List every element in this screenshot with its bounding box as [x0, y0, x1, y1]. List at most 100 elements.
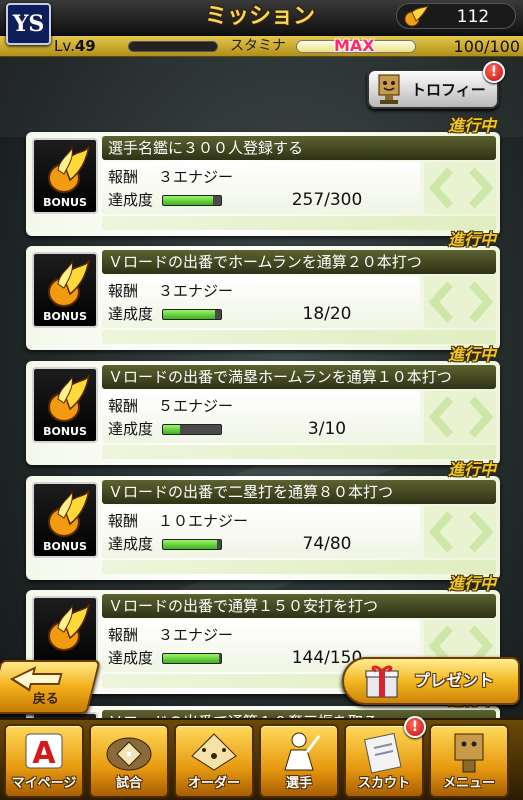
- nav-order[interactable]: オーダー: [174, 724, 254, 798]
- mission-status-badge: 進行中: [447, 574, 496, 593]
- team-logo[interactable]: YS: [6, 3, 51, 45]
- progress-count: 3/10: [307, 419, 347, 439]
- mission-title: Ｖロードの出番でホームランを通算２０本打つ: [108, 253, 422, 271]
- energy-counter: 112: [396, 3, 516, 29]
- mission-card-footer: [102, 330, 496, 344]
- player-icon: [284, 732, 321, 771]
- progress-label: 達成度: [108, 305, 154, 323]
- nav-label-order: オーダー: [187, 776, 240, 791]
- chevron-decoration-icon: [424, 506, 496, 558]
- bonus-label: BONUS: [43, 310, 87, 323]
- mission-details: 報酬 ３エナジー 達成度 257/300: [102, 162, 420, 214]
- reward-value: ５エナジー: [158, 397, 234, 415]
- progress-bar-fill: [163, 654, 219, 663]
- reward-label: 報酬: [108, 512, 139, 530]
- trophy-button[interactable]: トロフィー: [367, 69, 499, 109]
- scout-alert-badge: !: [404, 716, 426, 738]
- nav-label-game: 試合: [115, 776, 142, 791]
- chevron-decoration-icon: [424, 276, 496, 328]
- present-button[interactable]: プレゼント: [342, 657, 520, 705]
- progress-bar: [162, 195, 222, 206]
- mission-details: 報酬 ５エナジー 達成度 3/10: [102, 391, 420, 443]
- energy-flame-icon: [48, 145, 90, 193]
- stamina-max-label: MAX: [334, 36, 375, 55]
- menu-icon: [454, 733, 484, 773]
- progress-count: 18/20: [302, 304, 352, 324]
- progress-bar-fill: [163, 540, 217, 549]
- experience-track: [128, 41, 218, 52]
- mission-title-bar: 選手名鑑に３００人登録する: [102, 136, 496, 160]
- present-label: プレゼント: [414, 671, 495, 690]
- trophy-icon: [378, 74, 400, 104]
- mission-status-badge: 進行中: [447, 116, 496, 135]
- bonus-label: BONUS: [43, 425, 87, 438]
- level-prefix: Lv.: [54, 37, 75, 55]
- progress-bar-fill: [163, 196, 213, 205]
- mission-title-bar: Ｖロードの出番でホームランを通算２０本打つ: [102, 250, 496, 274]
- mission-title-bar: Ｖロードの出番で通算１５０安打を打つ: [102, 594, 496, 618]
- mission-reward-icon-box: BONUS: [32, 367, 98, 443]
- reward-label: 報酬: [108, 282, 139, 300]
- scout-icon: [364, 732, 402, 774]
- progress-label: 達成度: [108, 420, 154, 438]
- trophy-label: トロフィー: [411, 81, 486, 99]
- nav-label-mypage: マイページ: [11, 776, 77, 791]
- back-label: 戻る: [32, 692, 59, 707]
- svg-text:A: A: [32, 736, 56, 771]
- nav-player[interactable]: 選手: [259, 724, 339, 798]
- progress-label: 達成度: [108, 649, 154, 667]
- mission-title-bar: Ｖロードの出番で二塁打を通算８０本打つ: [102, 480, 496, 504]
- bonus-label: BONUS: [43, 540, 87, 553]
- top-header: ミッション 112: [0, 0, 523, 36]
- level-display: Lv.49: [54, 37, 96, 56]
- mission-card-footer: [102, 216, 496, 230]
- mission-card[interactable]: 進行中 BONUS Ｖロードの出番で満塁ホームランを通算１０本打つ 報酬 ５エナジー 達成…: [26, 345, 500, 465]
- field-order-icon: [191, 733, 237, 771]
- mission-title: 選手名鑑に３００人登録する: [108, 139, 304, 157]
- mission-status-badge: 進行中: [447, 230, 496, 249]
- progress-count: 257/300: [291, 190, 363, 210]
- trophy-alert-badge: !: [483, 61, 505, 83]
- mission-status-badge: 進行中: [447, 460, 496, 479]
- nav-game[interactable]: 試合: [89, 724, 169, 798]
- mission-card[interactable]: 進行中 BONUS 選手名鑑に３００人登録する 報酬 ３エナジー 達成度 257/300: [26, 116, 500, 236]
- progress-bar: [162, 539, 222, 550]
- reward-label: 報酬: [108, 168, 139, 186]
- energy-flame-icon: [48, 374, 90, 422]
- gift-icon: [365, 665, 399, 698]
- stadium-icon: [106, 737, 152, 771]
- progress-bar: [162, 309, 222, 320]
- chevron-decoration-icon: [424, 391, 496, 443]
- mission-title: Ｖロードの出番で通算１５０安打を打つ: [108, 597, 379, 615]
- progress-bar: [162, 424, 222, 435]
- back-button[interactable]: 戻る: [0, 660, 101, 714]
- reward-label: 報酬: [108, 626, 139, 644]
- chevron-decoration-icon: [424, 162, 496, 214]
- nav-label-menu: メニュー: [442, 776, 495, 791]
- mypage-icon: A: [25, 733, 63, 771]
- reward-value: ３エナジー: [158, 626, 234, 644]
- progress-bar-fill: [163, 425, 181, 434]
- reward-value: １０エナジー: [158, 512, 249, 530]
- mission-details: 報酬 １０エナジー 達成度 74/80: [102, 506, 420, 558]
- reward-value: ３エナジー: [158, 168, 234, 186]
- mission-details: 報酬 ３エナジー 達成度 18/20: [102, 276, 420, 328]
- energy-flame-icon: [48, 489, 90, 537]
- nav-menu[interactable]: メニュー: [429, 724, 509, 798]
- mission-status-badge: 進行中: [447, 345, 496, 364]
- energy-value: 112: [456, 7, 490, 27]
- nav-mypage[interactable]: A マイページ: [4, 724, 84, 798]
- stamina-value: 100/100: [453, 37, 520, 56]
- stamina-label: スタミナ: [230, 38, 286, 54]
- mission-reward-icon-box: BONUS: [32, 138, 98, 214]
- nav-label-player: 選手: [285, 776, 312, 791]
- mission-card-footer: [102, 445, 496, 459]
- stamina-bar: Lv.49 スタミナ MAX 100/100: [0, 36, 523, 57]
- reward-value: ３エナジー: [158, 282, 234, 300]
- mission-card[interactable]: 進行中 BONUS Ｖロードの出番で二塁打を通算８０本打つ 報酬 １０エナジー 達成度 74…: [26, 460, 500, 580]
- mission-card[interactable]: 進行中 BONUS Ｖロードの出番でホームランを通算２０本打つ 報酬 ３エナジー 達成度 1…: [26, 230, 500, 350]
- back-arrow-icon: [9, 666, 63, 692]
- mission-title-bar: Ｖロードの出番で満塁ホームランを通算１０本打つ: [102, 365, 496, 389]
- energy-flame-icon: [404, 5, 429, 27]
- energy-flame-icon: [48, 603, 90, 651]
